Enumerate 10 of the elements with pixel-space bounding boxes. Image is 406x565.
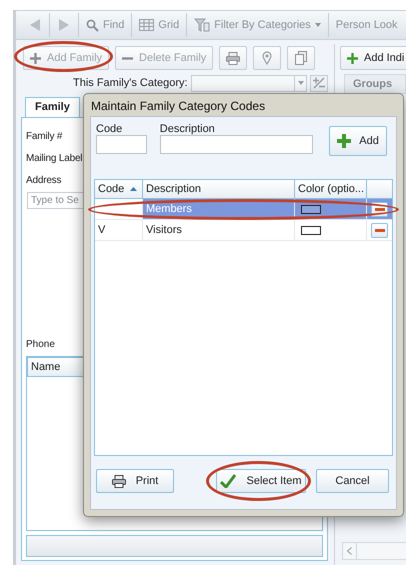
field-label: Address	[26, 174, 62, 188]
table-cell: Visitors	[143, 220, 295, 240]
dialog-title: Maintain Family Category Codes	[90, 98, 266, 115]
field-label: Mailing Label	[26, 152, 82, 166]
code-label: Code	[96, 122, 124, 135]
description-label: Description	[160, 122, 216, 135]
field-label: Phone	[26, 338, 55, 352]
category-label: This Family's Category:	[73, 76, 188, 91]
field-label: Family #	[26, 130, 62, 144]
table-cell: V	[98, 224, 106, 236]
